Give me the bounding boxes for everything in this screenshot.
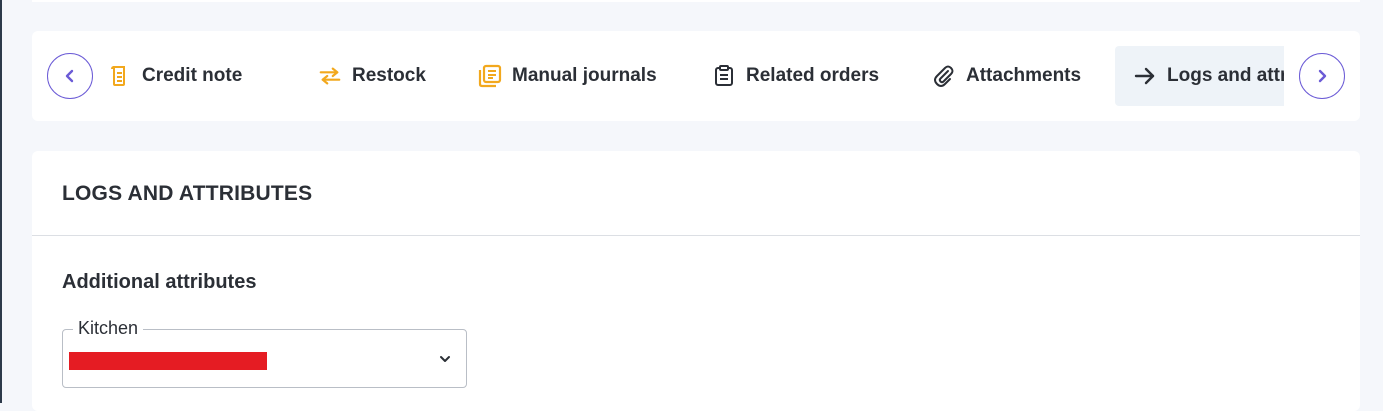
chevron-left-icon [65, 69, 74, 83]
arrow-right-icon [1133, 64, 1157, 88]
kitchen-value-redacted [69, 352, 267, 370]
chevron-down-icon[interactable] [436, 350, 454, 368]
tab-restock[interactable]: Restock [308, 46, 436, 106]
paperclip-icon [932, 64, 956, 88]
clipboard-icon [712, 64, 736, 88]
subsection-title: Additional attributes [62, 271, 257, 293]
tab-attachments[interactable]: Attachments [922, 46, 1091, 106]
tabs-bar: Credit note Restock Manual journals Rela… [32, 31, 1360, 121]
tab-manual-journals[interactable]: Manual journals [468, 46, 667, 106]
tab-label: Attachments [966, 65, 1082, 86]
tabs-viewport: Credit note Restock Manual journals Rela… [98, 46, 1284, 106]
logs-and-attributes-card: LOGS AND ATTRIBUTES Additional attribute… [32, 151, 1360, 411]
kitchen-label: Kitchen [73, 318, 144, 339]
tabs-next-button[interactable] [1299, 53, 1345, 99]
tab-label: Restock [352, 65, 426, 86]
left-rail [0, 0, 2, 403]
divider [32, 235, 1360, 236]
tab-label: Logs and attributes [1167, 65, 1284, 86]
tab-label: Credit note [142, 65, 243, 86]
credit-note-icon [108, 64, 132, 88]
tab-label: Related orders [746, 65, 880, 86]
tab-label: Manual journals [512, 65, 657, 86]
tab-credit-note[interactable]: Credit note [98, 46, 252, 106]
journal-icon [478, 64, 502, 88]
section-title: LOGS AND ATTRIBUTES [62, 182, 313, 205]
top-card-edge [32, 0, 1360, 2]
tab-related-orders[interactable]: Related orders [702, 46, 889, 106]
swap-arrows-icon [318, 64, 342, 88]
tab-logs-and-attributes[interactable]: Logs and attributes [1115, 46, 1284, 106]
tabs-prev-button[interactable] [47, 53, 93, 99]
chevron-right-icon [1318, 69, 1327, 83]
kitchen-select[interactable]: Kitchen [62, 318, 467, 388]
